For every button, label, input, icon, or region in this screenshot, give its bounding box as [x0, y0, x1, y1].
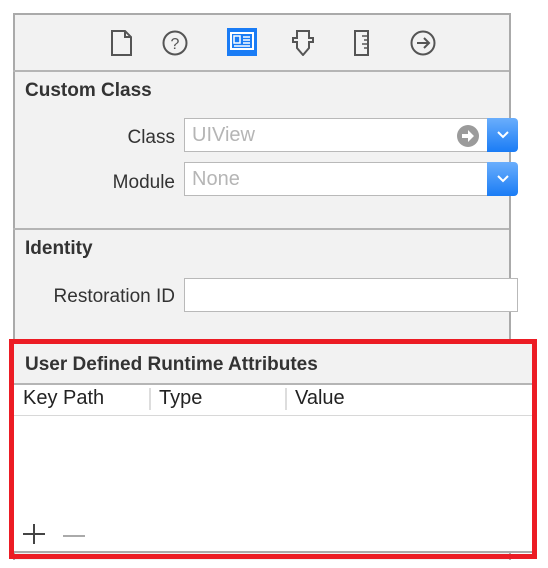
identity-inspector-icon[interactable] — [227, 28, 257, 56]
identity-title: Identity — [25, 238, 93, 259]
class-placeholder: UIView — [192, 124, 255, 146]
custom-class-title: Custom Class — [25, 80, 152, 101]
class-dropdown-button[interactable] — [487, 118, 518, 152]
module-label: Module — [112, 172, 175, 193]
class-input[interactable]: UIView — [184, 118, 488, 152]
restoration-id-label: Restoration ID — [53, 286, 175, 307]
attributes-inspector-icon[interactable] — [289, 29, 317, 57]
module-dropdown-button[interactable] — [487, 162, 518, 196]
connections-inspector-icon[interactable] — [409, 29, 437, 57]
divider — [13, 228, 509, 230]
class-label: Class — [127, 127, 175, 148]
highlight-box — [9, 339, 537, 559]
chevron-down-icon — [496, 131, 509, 139]
module-placeholder: None — [192, 168, 240, 190]
go-to-class-arrow-icon[interactable] — [457, 125, 479, 147]
module-input[interactable]: None — [184, 162, 488, 196]
help-icon[interactable]: ? — [161, 29, 189, 57]
restoration-id-input[interactable] — [184, 278, 518, 312]
size-inspector-icon[interactable] — [348, 29, 376, 57]
chevron-down-icon — [496, 175, 509, 183]
svg-text:?: ? — [171, 36, 180, 53]
divider — [13, 70, 509, 72]
file-inspector-icon[interactable] — [108, 29, 136, 57]
